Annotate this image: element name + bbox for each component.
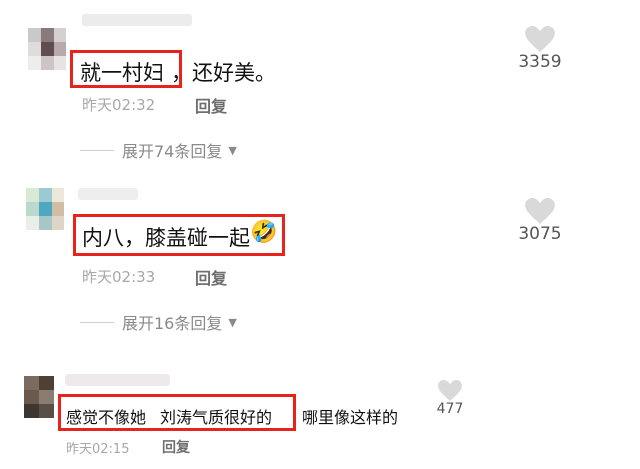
heart-icon xyxy=(525,198,555,224)
comment-text: ，还好美。 xyxy=(171,61,276,85)
avatar[interactable] xyxy=(24,376,54,418)
like-count: 3075 xyxy=(518,224,562,244)
username[interactable] xyxy=(78,188,138,200)
heart-icon xyxy=(525,26,555,52)
comment-text-highlighted: 内八，膝盖碰一起 xyxy=(82,226,250,250)
chevron-down-icon: ▼ xyxy=(228,315,237,329)
reply-button[interactable]: 回复 xyxy=(162,437,190,457)
username[interactable] xyxy=(65,374,170,386)
reply-button[interactable]: 回复 xyxy=(195,93,227,117)
divider xyxy=(80,321,114,323)
like-count: 3359 xyxy=(518,52,562,72)
comment-text-highlighted: 刘涛气质很好的 xyxy=(160,408,273,427)
comment-item: 就一村妇 ，还好美。 昨天02:32 回复 展开74条回复 ▼ 3359 xyxy=(0,0,640,175)
laughing-emoji: 🤣 xyxy=(250,220,278,245)
username[interactable] xyxy=(82,14,192,26)
comment-time: 昨天02:32 xyxy=(82,96,156,114)
like-button[interactable]: 3075 xyxy=(505,198,575,244)
avatar[interactable] xyxy=(26,188,64,230)
expand-replies-label: 展开16条回复 xyxy=(122,314,223,333)
like-button[interactable]: 3359 xyxy=(505,26,575,72)
expand-replies-button[interactable]: 展开16条回复 ▼ xyxy=(80,310,237,334)
comment-item: 感觉不像她 刘涛气质很好的 哪里像这样的 昨天02:15 回复 477 xyxy=(0,360,640,469)
like-count: 477 xyxy=(436,401,464,417)
comment-text: 哪里像这样的 xyxy=(302,408,399,427)
divider xyxy=(80,149,114,151)
heart-icon xyxy=(438,380,462,401)
reply-button[interactable]: 回复 xyxy=(195,265,227,289)
comment-item: 内八，膝盖碰一起 🤣 昨天02:33 回复 展开16条回复 ▼ 3075 xyxy=(0,180,640,340)
comment-time: 昨天02:15 xyxy=(66,442,130,457)
chevron-down-icon: ▼ xyxy=(228,143,237,157)
expand-replies-button[interactable]: 展开74条回复 ▼ xyxy=(80,138,237,162)
expand-replies-label: 展开74条回复 xyxy=(122,142,223,161)
avatar[interactable] xyxy=(28,28,66,70)
comment-text-highlighted: 就一村妇 xyxy=(80,61,164,85)
like-button[interactable]: 477 xyxy=(422,380,478,417)
comment-time: 昨天02:33 xyxy=(82,268,156,286)
